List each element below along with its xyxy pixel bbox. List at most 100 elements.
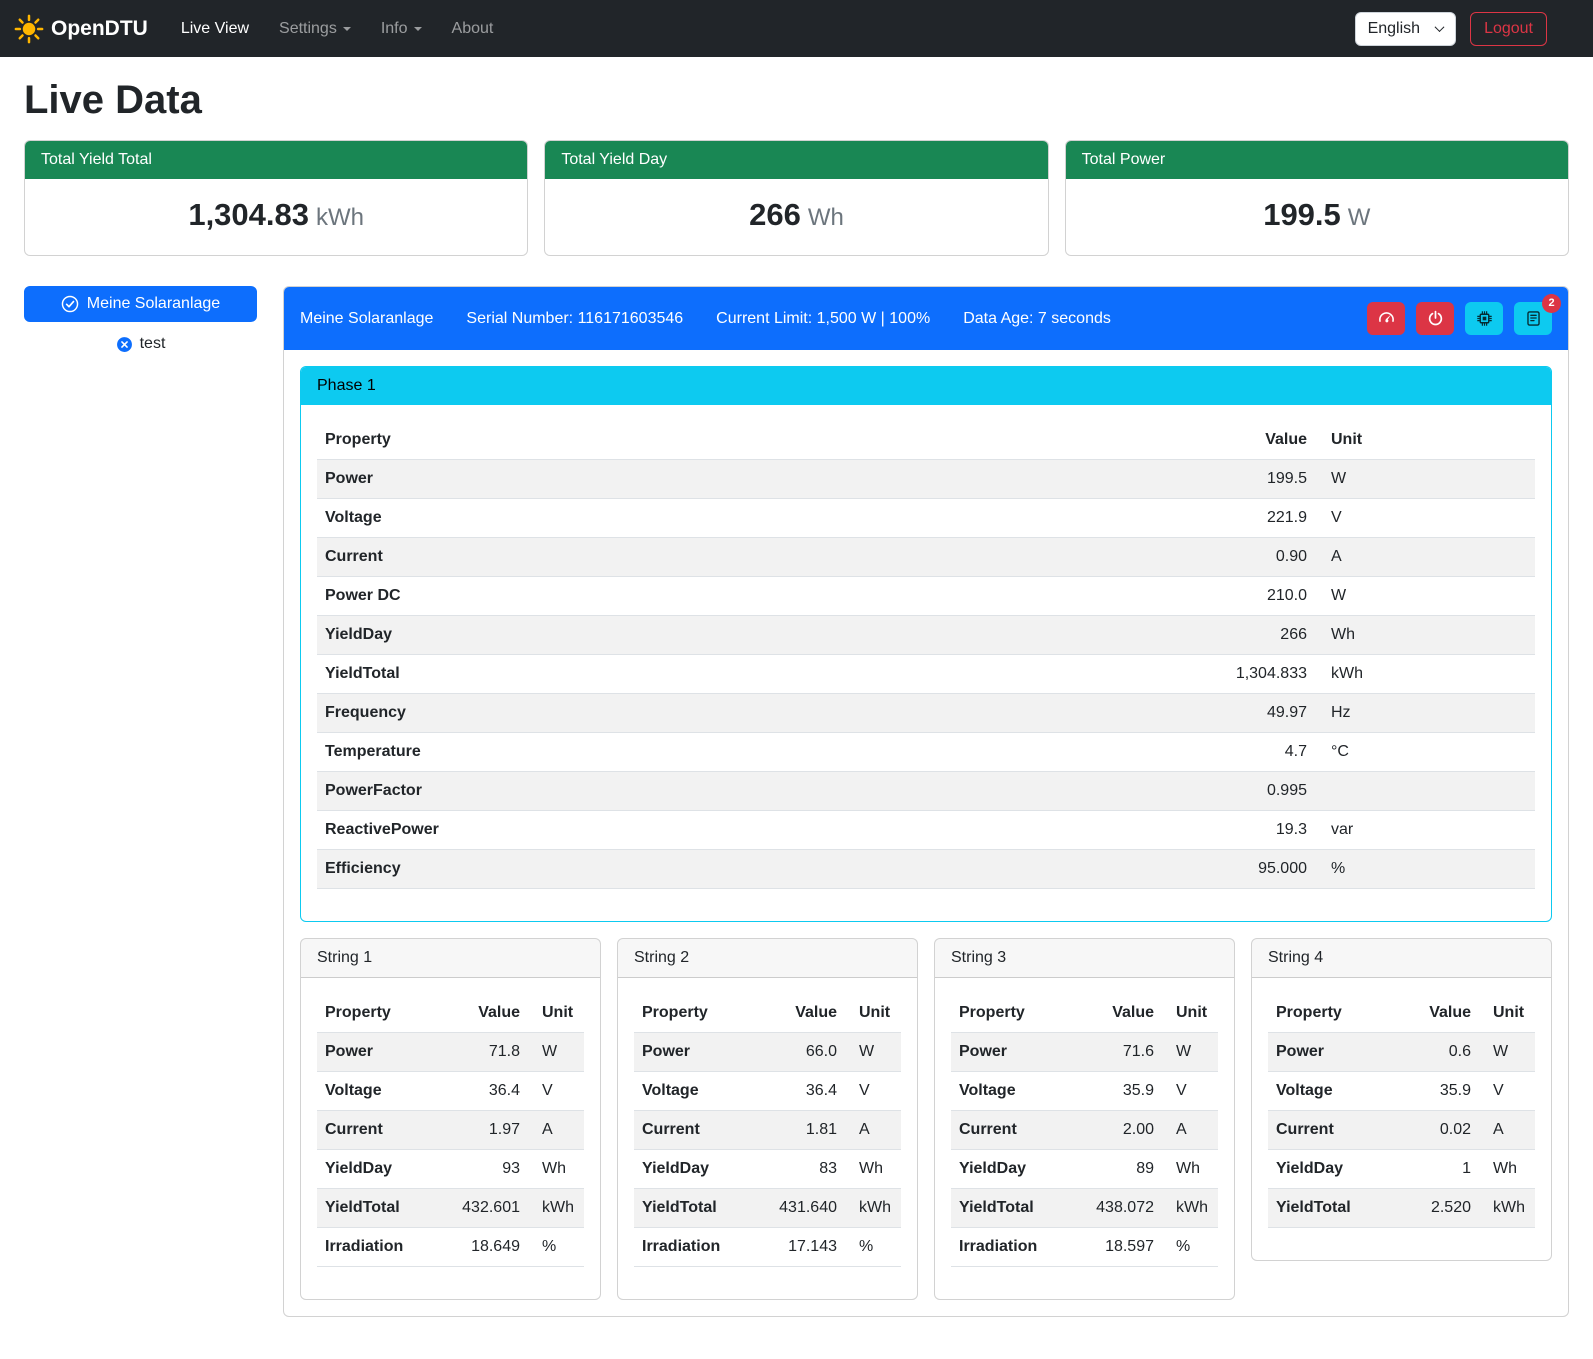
brand[interactable]: OpenDTU (14, 14, 148, 44)
property-unit: A (845, 1111, 901, 1150)
inverter-panel-header: Meine Solaranlage Serial Number: 1161716… (284, 287, 1568, 350)
nav-item-label: Live View (181, 20, 249, 38)
property-unit: Wh (528, 1150, 584, 1189)
data-row-yieldday: YieldDay83Wh (634, 1150, 901, 1189)
data-row-irradiation: Irradiation18.597% (951, 1228, 1218, 1267)
nav-links: Live View SettingsInfoAbout (166, 11, 509, 47)
nav-item-live-view[interactable]: Live View (166, 11, 264, 47)
summary-card-total-power: Total Power199.5W (1065, 140, 1569, 256)
column-header-value: Value (752, 994, 845, 1033)
current-limit: Current Limit: 1,500 W | 100% (716, 310, 930, 328)
limit-settings-button[interactable] (1367, 302, 1405, 335)
string-card-title: String 4 (1252, 939, 1551, 978)
property-value: 49.97 (914, 694, 1315, 733)
property-value: 66.0 (752, 1033, 845, 1072)
property-unit: W (1315, 460, 1535, 499)
nav-item-settings[interactable]: Settings (264, 11, 366, 47)
column-header-property: Property (317, 421, 914, 460)
data-row-voltage: Voltage36.4V (634, 1072, 901, 1111)
property-value: 71.8 (435, 1033, 528, 1072)
property-unit: V (1479, 1072, 1535, 1111)
speedometer-icon (1378, 310, 1395, 327)
string-card-title: String 3 (935, 939, 1234, 978)
property-value: 266 (914, 616, 1315, 655)
property-name: Voltage (951, 1072, 1069, 1111)
property-name: YieldTotal (317, 655, 914, 694)
property-value: 35.9 (1397, 1072, 1479, 1111)
language-select[interactable]: English (1355, 12, 1456, 46)
property-unit: % (1315, 850, 1535, 889)
property-name: Power (1268, 1033, 1397, 1072)
device-info-button[interactable] (1465, 302, 1503, 335)
column-header-unit: Unit (845, 994, 901, 1033)
data-row-current: Current0.90A (317, 538, 1535, 577)
column-header-property: Property (634, 994, 752, 1033)
data-row-yieldday: YieldDay266Wh (317, 616, 1535, 655)
data-row-voltage: Voltage221.9V (317, 499, 1535, 538)
phase-title: Phase 1 (301, 367, 1551, 405)
property-value: 221.9 (914, 499, 1315, 538)
summary-card-value: 1,304.83 (188, 197, 309, 232)
top-navbar: OpenDTU Live View SettingsInfoAbout Engli… (0, 0, 1593, 57)
event-log-button[interactable]: 2 (1514, 302, 1552, 335)
column-header-value: Value (914, 421, 1315, 460)
property-name: Voltage (317, 499, 914, 538)
property-value: 438.072 (1069, 1189, 1162, 1228)
data-row-yieldday: YieldDay89Wh (951, 1150, 1218, 1189)
property-value: 199.5 (914, 460, 1315, 499)
property-value: 36.4 (752, 1072, 845, 1111)
summary-card-title: Total Power (1066, 141, 1568, 179)
property-unit: W (845, 1033, 901, 1072)
inverter-actions: 2 (1367, 302, 1552, 335)
property-unit: V (845, 1072, 901, 1111)
inverter-button-test[interactable]: test (24, 335, 257, 353)
power-settings-button[interactable] (1416, 302, 1454, 335)
data-row-yieldtotal: YieldTotal2.520kWh (1268, 1189, 1535, 1228)
table-header-row: PropertyValueUnit (634, 994, 901, 1033)
property-unit: % (845, 1228, 901, 1267)
chevron-down-icon (414, 27, 422, 31)
data-age: Data Age: 7 seconds (963, 310, 1111, 328)
nav-item-about[interactable]: About (437, 11, 509, 47)
data-row-power: Power0.6W (1268, 1033, 1535, 1072)
property-name: Power (317, 1033, 435, 1072)
property-value: 35.9 (1069, 1072, 1162, 1111)
data-row-yieldtotal: YieldTotal431.640kWh (634, 1189, 901, 1228)
inverter-button-meine-solaranlage[interactable]: Meine Solaranlage (24, 286, 257, 322)
data-row-temperature: Temperature4.7°C (317, 733, 1535, 772)
string-card-string-2: String 2PropertyValueUnitPower66.0WVolta… (617, 938, 918, 1300)
language-selected-label: English (1368, 20, 1420, 38)
property-name: Power (317, 460, 914, 499)
nav-item-info[interactable]: Info (366, 11, 437, 47)
data-row-power: Power71.6W (951, 1033, 1218, 1072)
table-header-row: PropertyValueUnit (951, 994, 1218, 1033)
property-unit: var (1315, 811, 1535, 850)
property-unit: kWh (1479, 1189, 1535, 1228)
string-card-title: String 1 (301, 939, 600, 978)
data-row-irradiation: Irradiation17.143% (634, 1228, 901, 1267)
page-title: Live Data (24, 77, 1569, 124)
property-name: Current (1268, 1111, 1397, 1150)
property-value: 93 (435, 1150, 528, 1189)
property-unit: A (528, 1111, 584, 1150)
content-row: Meine Solaranlage test Meine Solaranlage … (24, 286, 1569, 1317)
property-name: Power DC (317, 577, 914, 616)
property-name: Voltage (1268, 1072, 1397, 1111)
power-icon (1427, 310, 1444, 327)
summary-card-unit: kWh (316, 204, 364, 231)
property-value: 18.649 (435, 1228, 528, 1267)
property-unit: Wh (845, 1150, 901, 1189)
property-unit: V (1162, 1072, 1218, 1111)
property-value: 432.601 (435, 1189, 528, 1228)
property-name: Power (634, 1033, 752, 1072)
column-header-value: Value (1069, 994, 1162, 1033)
property-unit: kWh (1315, 655, 1535, 694)
property-value: 89 (1069, 1150, 1162, 1189)
property-value: 431.640 (752, 1189, 845, 1228)
logout-button[interactable]: Logout (1470, 12, 1547, 46)
data-row-current: Current0.02A (1268, 1111, 1535, 1150)
property-unit: kWh (845, 1189, 901, 1228)
property-value: 19.3 (914, 811, 1315, 850)
property-value: 83 (752, 1150, 845, 1189)
column-header-unit: Unit (1315, 421, 1535, 460)
